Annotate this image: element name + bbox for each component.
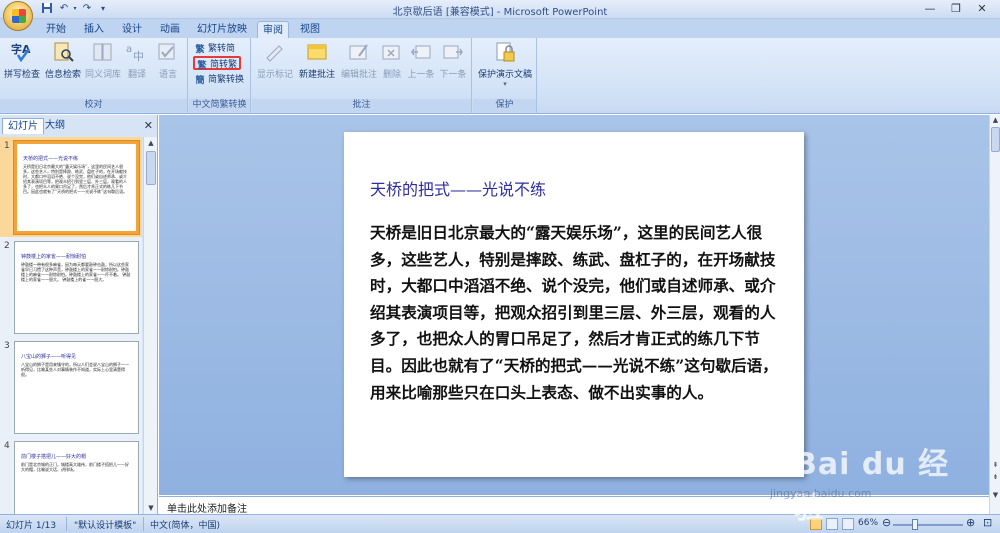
office-button[interactable] [3, 1, 33, 31]
edit-comment-icon [347, 41, 371, 63]
notes-placeholder: 单击此处添加备注 [167, 504, 247, 515]
proofing-group-label: 校对 [0, 99, 187, 112]
t2s-icon: 繁 [195, 45, 205, 55]
scroll-up-icon[interactable]: ▲ [990, 115, 1000, 126]
ribbon: 字A 拼写检查 信息检索 同义词库 a中 翻译 语言 校对 繁 繁转简 繁 简转… [0, 38, 1000, 114]
restore-button[interactable]: ❐ [943, 0, 969, 18]
fit-to-window-icon[interactable]: ⊡ [983, 516, 992, 529]
slide-thumbnail-image: 天桥的把式——光说不练 天桥是旧日北京最大的“露天娱乐场”，这里的民间艺人很多，… [14, 141, 139, 234]
comments-group: 显示标记 新建批注 编辑批注 删除 上一条 下一条 批注 [252, 38, 472, 114]
chevron-down-icon: ▾ [503, 80, 507, 88]
chinese-conversion-group: 繁繁转简 繁简转繁 簡简繁转换 中文简繁转换 [189, 38, 251, 114]
next-slide-icon[interactable]: ⇟ [990, 472, 1000, 483]
slide-scrollbar[interactable]: ▲ ⇞ ⇟ ▼ [989, 115, 1000, 514]
zoom-level[interactable]: 66% [858, 518, 878, 528]
slide-thumbnail-image: 前门楼子搭把儿——好大的帽 前门是北京城的正门，城楼高大雄伟，前门楼子搭把儿——… [14, 441, 139, 514]
research-button[interactable]: 信息检索 [44, 41, 82, 80]
show-markup-button[interactable]: 显示标记 [256, 41, 294, 80]
current-slide[interactable]: 天桥的把式——光说不练 天桥是旧日北京最大的“露天娱乐场”，这里的民间艺人很多，… [344, 132, 804, 477]
status-divider [143, 517, 144, 531]
thesaurus-icon [91, 41, 115, 63]
new-comment-button[interactable]: 新建批注 [298, 41, 336, 80]
tab-slides[interactable]: 幻灯片 [2, 118, 44, 134]
tab-home[interactable]: 开始 [38, 21, 74, 38]
title-bar: ↶ ▾ ↷ ▾ 北京歇后语 [兼容模式] - Microsoft PowerPo… [0, 0, 1000, 19]
tab-outline[interactable]: 大纲 [40, 118, 70, 134]
show-markup-icon [263, 41, 287, 63]
language-indicator[interactable]: 中文(简体，中国) [150, 518, 220, 531]
slide-thumbnail-image: 八宝山的狮子——听得见 八宝山的狮子是用来镇守的，所以人们会说八宝山的狮子——听… [14, 341, 139, 434]
delete-comment-icon [380, 41, 404, 63]
scroll-down-icon[interactable]: ▼ [990, 490, 1000, 501]
slide-thumbnails: 1 天桥的把式——光说不练 天桥是旧日北京最大的“露天娱乐场”，这里的民间艺人很… [0, 137, 142, 514]
zoom-slider[interactable] [893, 524, 963, 526]
language-icon [156, 41, 180, 63]
slide-body-text[interactable]: 天桥是旧日北京最大的“露天娱乐场”，这里的民间艺人很多，这些艺人，特别是摔跤、练… [370, 220, 788, 406]
chinese-conversion-button[interactable]: 簡简繁转换 [195, 73, 244, 87]
scroll-down-icon[interactable]: ▼ [145, 502, 157, 514]
next-comment-button[interactable]: 下一条 [438, 41, 468, 80]
minimize-button[interactable]: — [917, 0, 943, 18]
chinese-conversion-group-label: 中文简繁转换 [189, 99, 250, 112]
theme-name: "默认设计模板" [74, 521, 137, 531]
svg-text:a: a [126, 44, 132, 55]
language-button[interactable]: 语言 [154, 41, 182, 80]
slide-counter: 幻灯片 1/13 [6, 521, 57, 531]
close-button[interactable]: ✕ [969, 0, 995, 18]
status-divider [66, 517, 67, 531]
protect-group-label: 保护 [473, 99, 536, 112]
scroll-thumb[interactable] [991, 127, 1000, 152]
office-logo-icon [12, 9, 26, 23]
comments-group-label: 批注 [252, 99, 471, 112]
previous-slide-icon[interactable]: ⇞ [990, 460, 1000, 471]
tab-insert[interactable]: 插入 [76, 21, 112, 38]
slide-thumbnail-image: 钟鼓楼上的家雀——耐惊耐怕 钟鼓楼一带有很多麻雀，因为每天都要敲钟击鼓，所以这些… [14, 241, 139, 334]
panel-tabs: 幻灯片 大纲 ✕ [0, 118, 158, 135]
zoom-out-icon[interactable]: ⊖ [882, 516, 891, 529]
slideshow-view-icon[interactable] [842, 518, 854, 530]
traditional-to-simplified-button[interactable]: 繁繁转简 [195, 42, 235, 56]
slide-sorter-view-icon[interactable] [826, 518, 838, 530]
scroll-up-icon[interactable]: ▲ [145, 137, 157, 149]
edit-comment-button[interactable]: 编辑批注 [340, 41, 378, 80]
tab-review[interactable]: 审阅 [257, 21, 289, 38]
thumbnail-scrollbar[interactable]: ▲ ▼ [143, 137, 157, 514]
spell-check-icon: 字A [10, 41, 34, 63]
notes-pane[interactable]: 单击此处添加备注 [159, 496, 989, 515]
s2t-icon: 繁 [197, 61, 207, 71]
proofing-group: 字A 拼写检查 信息检索 同义词库 a中 翻译 语言 校对 [0, 38, 188, 114]
translate-button[interactable]: a中 翻译 [124, 41, 150, 80]
research-icon [51, 41, 75, 63]
zoom-in-icon[interactable]: ⊕ [966, 516, 975, 529]
previous-comment-icon [409, 41, 433, 63]
scroll-thumb[interactable] [146, 151, 156, 185]
tab-view[interactable]: 视图 [294, 21, 326, 38]
new-comment-icon [305, 41, 329, 63]
protect-presentation-button[interactable]: 保护演示文稿 ▾ [477, 41, 533, 88]
window-title: 北京歇后语 [兼容模式] - Microsoft PowerPoint [392, 7, 608, 18]
protect-group: 保护演示文稿 ▾ 保护 [473, 38, 537, 114]
lock-document-icon [493, 41, 517, 63]
simplified-to-traditional-button[interactable]: 繁简转繁 [193, 56, 242, 71]
next-comment-icon [441, 41, 465, 63]
zoom-slider-handle[interactable] [911, 519, 918, 530]
previous-comment-button[interactable]: 上一条 [406, 41, 436, 80]
spell-check-button[interactable]: 字A 拼写检查 [4, 41, 40, 80]
tab-animation[interactable]: 动画 [152, 21, 188, 38]
close-icon[interactable]: ✕ [144, 119, 153, 132]
conversion-icon: 簡 [195, 76, 205, 86]
translate-icon: a中 [125, 41, 149, 63]
tab-slideshow[interactable]: 幻灯片放映 [192, 21, 252, 38]
slide-editing-area: 天桥的把式——光说不练 天桥是旧日北京最大的“露天娱乐场”，这里的民间艺人很多，… [159, 115, 989, 495]
slide-title[interactable]: 天桥的把式——光说不练 [370, 176, 546, 200]
normal-view-icon[interactable] [810, 518, 822, 530]
thesaurus-button[interactable]: 同义词库 [84, 41, 122, 80]
ribbon-tab-bar: 开始 插入 设计 动画 幻灯片放映 审阅 视图 [0, 19, 1000, 38]
slides-panel: 幻灯片 大纲 ✕ 1 天桥的把式——光说不练 天桥是旧日北京最大的“露天娱乐场”… [0, 115, 158, 514]
delete-comment-button[interactable]: 删除 [380, 41, 404, 80]
status-bar: 幻灯片 1/13 "默认设计模板" 中文(简体，中国) 66% ⊖ ⊕ ⊡ [0, 514, 1000, 533]
tab-design[interactable]: 设计 [114, 21, 150, 38]
svg-text:中: 中 [133, 50, 144, 63]
